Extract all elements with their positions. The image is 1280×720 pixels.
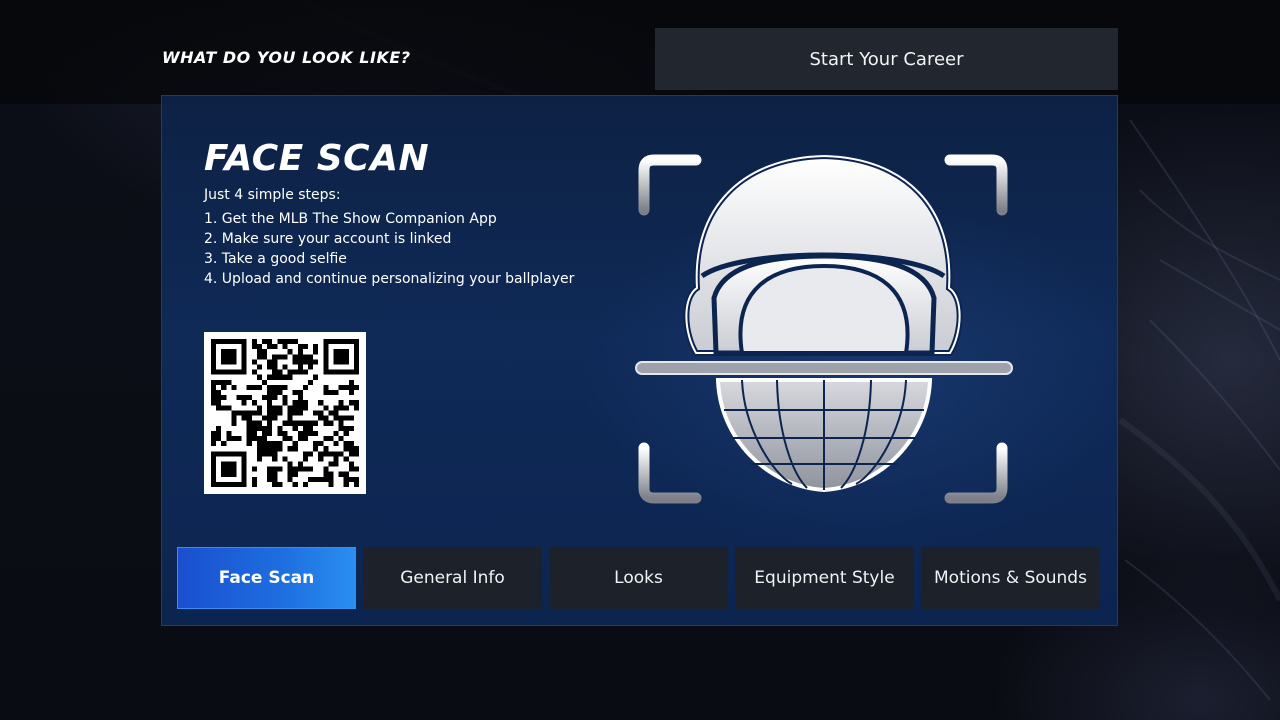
steps-list: 1. Get the MLB The Show Companion App 2.… — [204, 209, 574, 289]
face-scan-title: FACE SCAN — [204, 138, 430, 179]
step-item: 2. Make sure your account is linked — [204, 231, 452, 247]
tab-general-info[interactable]: General Info — [363, 547, 542, 609]
step-item: 4. Upload and continue personalizing you… — [204, 271, 575, 287]
category-tabs: Face Scan General Info Looks Equipment S… — [177, 547, 1100, 609]
steps-intro: Just 4 simple steps: — [204, 187, 341, 203]
step-item: 1. Get the MLB The Show Companion App — [204, 211, 497, 227]
helmet-face-scan-icon — [632, 148, 1022, 512]
tab-face-scan[interactable]: Face Scan — [177, 547, 356, 609]
qr-code-icon — [204, 332, 366, 494]
start-career-button[interactable]: Start Your Career — [655, 28, 1118, 90]
top-bar: WHAT DO YOU LOOK LIKE? Start Your Career — [0, 0, 1280, 104]
tab-motions-sounds[interactable]: Motions & Sounds — [921, 547, 1100, 609]
tab-equipment-style[interactable]: Equipment Style — [735, 547, 914, 609]
step-item: 3. Take a good selfie — [204, 251, 347, 267]
qr-code-graphic — [211, 339, 359, 487]
face-scan-panel: FACE SCAN Just 4 simple steps: 1. Get th… — [161, 95, 1118, 626]
tab-looks[interactable]: Looks — [549, 547, 728, 609]
page-title: WHAT DO YOU LOOK LIKE? — [162, 48, 411, 67]
